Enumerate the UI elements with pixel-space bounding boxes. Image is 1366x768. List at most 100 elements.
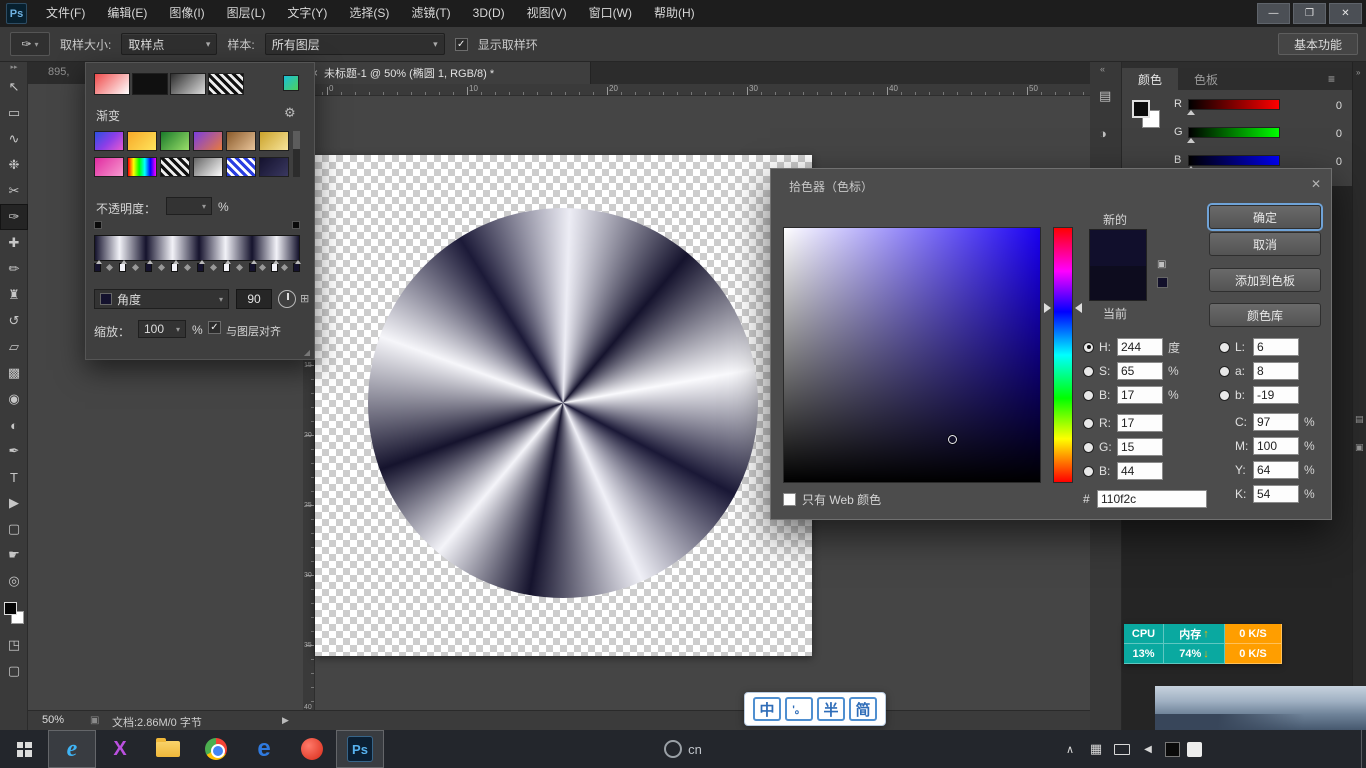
gradient-preset-swatch[interactable] [170, 73, 206, 95]
gradient-preset-swatch[interactable] [193, 157, 223, 177]
start-button[interactable] [0, 730, 48, 768]
hue-slider[interactable] [1053, 227, 1073, 483]
tray-speaker-icon[interactable]: ◀ [1136, 730, 1160, 768]
saturation-field[interactable] [783, 227, 1041, 483]
menu-item-filter[interactable]: 滤镜(T) [400, 0, 461, 27]
color-chip[interactable] [283, 75, 299, 91]
opacity-stop[interactable] [292, 221, 300, 229]
eyedropper-tool[interactable]: ✑ [0, 204, 28, 230]
blue-input[interactable] [1117, 462, 1163, 480]
crop-tool[interactable]: ✂ [0, 178, 28, 204]
type-tool[interactable]: T [0, 464, 28, 490]
web-only-checkbox[interactable] [783, 493, 796, 506]
quick-mask-button[interactable]: ◳ [0, 632, 28, 658]
menu-item-3d[interactable]: 3D(D) [462, 0, 516, 27]
add-to-swatches-button[interactable]: 添加到色板 [1209, 268, 1321, 292]
document-tab[interactable]: × 未标题-1 @ 50% (椭圆 1, RGB/8) * [303, 62, 591, 84]
green-slider[interactable] [1188, 127, 1280, 138]
current-tool-chip[interactable]: ✑▾ [10, 32, 50, 56]
quick-select-tool[interactable]: ❉ [0, 152, 28, 178]
slider-handle[interactable] [1187, 110, 1195, 115]
menu-item-help[interactable]: 帮助(H) [643, 0, 706, 27]
gradient-preset-swatch[interactable] [193, 131, 223, 151]
color-library-button[interactable]: 颜色库 [1209, 303, 1321, 327]
cyan-input[interactable] [1253, 413, 1299, 431]
toolbar-collapse-icon[interactable]: ▸▸ [0, 62, 28, 74]
brightness-input[interactable] [1117, 386, 1163, 404]
zoom-level[interactable]: 50% [42, 714, 64, 726]
blur-tool[interactable]: ◉ [0, 386, 28, 412]
show-ring-checkbox[interactable]: ✓ [455, 38, 468, 51]
menu-item-view[interactable]: 视图(V) [516, 0, 578, 27]
scrollbar-thumb[interactable] [293, 131, 300, 149]
slider-handle[interactable] [1187, 138, 1195, 143]
foreground-color-swatch[interactable] [1132, 100, 1150, 118]
pen-tool[interactable]: ✒ [0, 438, 28, 464]
sample-size-select[interactable]: 取样点 ▾ [121, 33, 217, 55]
ok-button[interactable]: 确定 [1209, 205, 1321, 229]
opacity-select[interactable]: ▾ [166, 197, 212, 215]
gradient-stop[interactable] [249, 263, 256, 272]
document-canvas[interactable] [315, 155, 812, 656]
gradient-preset-swatch[interactable] [132, 73, 168, 95]
gradient-ellipse-layer[interactable] [368, 208, 758, 598]
brightness-radio[interactable] [1083, 390, 1094, 401]
docked-panel-icon[interactable]: ▤ [1355, 414, 1364, 425]
brush-tool[interactable]: ✏ [0, 256, 28, 282]
gradient-preset-swatch[interactable] [94, 157, 124, 177]
tab-color-panel[interactable]: 颜色 [1122, 68, 1178, 90]
gradient-preset-swatch[interactable] [127, 157, 157, 177]
green-radio[interactable] [1083, 442, 1094, 453]
gradient-preset-swatch[interactable] [94, 73, 130, 95]
workspace-switcher[interactable]: 基本功能 [1278, 33, 1358, 55]
taskbar-icon-photoshop[interactable]: Ps [336, 730, 384, 768]
menu-item-select[interactable]: 选择(S) [338, 0, 400, 27]
gradient-editor-bar[interactable] [94, 235, 300, 261]
history-brush-tool[interactable]: ↺ [0, 308, 28, 334]
red-radio[interactable] [1083, 418, 1094, 429]
tray-chevron-icon[interactable]: ∧ [1058, 730, 1082, 768]
lab-b-radio[interactable] [1219, 390, 1230, 401]
hue-radio[interactable] [1083, 342, 1094, 353]
gradient-tool[interactable]: ▩ [0, 360, 28, 386]
path-select-tool[interactable]: ▶ [0, 490, 28, 516]
shape-tool[interactable]: ▢ [0, 516, 28, 542]
foreground-color-swatch[interactable] [4, 602, 17, 615]
yellow-input[interactable] [1253, 461, 1299, 479]
screen-mode-button[interactable]: ▢ [0, 658, 28, 684]
taskbar-icon-ie[interactable]: e [48, 730, 96, 768]
tab-swatches-panel[interactable]: 色板 [1178, 68, 1234, 90]
midpoint-diamond[interactable] [132, 264, 139, 271]
hue-marker-left[interactable] [1044, 303, 1051, 313]
gradient-preset-swatch[interactable] [226, 131, 256, 151]
menu-item-type[interactable]: 文字(Y) [276, 0, 338, 27]
scale-select[interactable]: 100 ▾ [138, 320, 186, 338]
gear-icon[interactable]: ⚙ [284, 105, 296, 121]
tray-grid-icon[interactable]: ▦ [1084, 730, 1108, 768]
hue-input[interactable] [1117, 338, 1163, 356]
lab-a-input[interactable] [1253, 362, 1299, 380]
clone-stamp-tool[interactable]: ♜ [0, 282, 28, 308]
docked-panel-icon[interactable]: ▣ [1355, 442, 1364, 453]
gradient-stop[interactable] [119, 263, 126, 272]
panel-menu-icon[interactable]: ≡ [1328, 72, 1335, 86]
gradient-stop[interactable] [197, 263, 204, 272]
gradient-style-select[interactable]: 角度 ▾ [94, 289, 229, 309]
opacity-stop[interactable] [94, 221, 102, 229]
gradient-preset-swatch[interactable] [226, 157, 256, 177]
midpoint-diamond[interactable] [281, 264, 288, 271]
gradient-preset-swatch[interactable] [127, 131, 157, 151]
dialog-close-icon[interactable]: ✕ [1311, 177, 1321, 191]
zoom-tool[interactable]: ◎ [0, 568, 28, 594]
gradient-stop[interactable] [223, 263, 230, 272]
ime-simplified[interactable]: 简 [849, 697, 877, 721]
gradient-preset-swatch[interactable] [259, 157, 289, 177]
lasso-tool[interactable]: ∿ [0, 126, 28, 152]
ime-punctuation[interactable]: '。 [785, 697, 813, 721]
lab-l-input[interactable] [1253, 338, 1299, 356]
expand-dock-icon[interactable]: » [1356, 68, 1360, 77]
sample-select[interactable]: 所有图层 ▾ [265, 33, 445, 55]
blue-slider[interactable] [1188, 155, 1280, 166]
hue-marker-right[interactable] [1075, 303, 1082, 313]
menu-item-window[interactable]: 窗口(W) [578, 0, 643, 27]
